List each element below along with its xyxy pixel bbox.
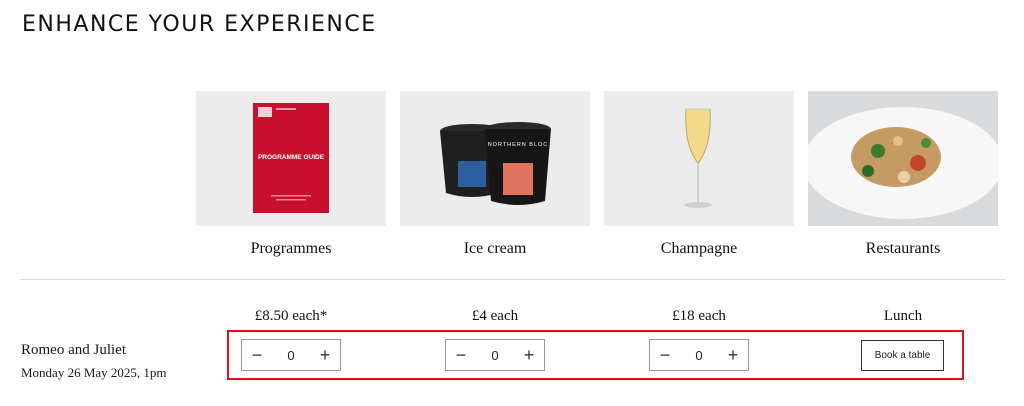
restaurants-label: Restaurants: [865, 240, 941, 257]
champagne-price: £18 each: [672, 308, 726, 324]
champagne-quantity-value[interactable]: 0: [680, 348, 718, 363]
ice-cream-quantity-stepper[interactable]: − 0 +: [445, 339, 545, 371]
ice-cream-price: £4 each: [471, 308, 519, 324]
programme-guide-image: PROGRAMME GUIDE: [253, 103, 329, 213]
ice-cream-card-image: NORTHERN BLOC: [400, 91, 590, 226]
programmes-card-image: PROGRAMME GUIDE: [196, 91, 386, 226]
programmes-label: Programmes: [250, 240, 332, 257]
ice-cream-label: Ice cream: [463, 240, 527, 257]
event-date: Monday 26 May 2025, 1pm: [21, 365, 167, 380]
programmes-decrement-button[interactable]: −: [242, 340, 272, 370]
champagne-decrement-button[interactable]: −: [650, 340, 680, 370]
champagne-card-image: [604, 91, 794, 226]
restaurants-card-image: [808, 91, 998, 226]
ice-cream-tubs-image: NORTHERN BLOC: [440, 122, 551, 205]
ice-cream-quantity-value[interactable]: 0: [476, 348, 514, 363]
ice-cream-increment-button[interactable]: +: [514, 340, 544, 370]
ice-cream-decrement-button[interactable]: −: [446, 340, 476, 370]
restaurants-price: Lunch: [883, 308, 923, 324]
programmes-price: £8.50 each*: [254, 308, 328, 324]
page-title: ENHANCE YOUR EXPERIENCE: [22, 12, 377, 37]
book-a-table-button[interactable]: Book a table: [861, 340, 944, 371]
programmes-quantity-stepper[interactable]: − 0 +: [241, 339, 341, 371]
champagne-flute-image: [684, 108, 712, 208]
section-divider: [20, 279, 1005, 280]
ice-cream-brand-text: NORTHERN BLOC: [488, 142, 549, 148]
champagne-increment-button[interactable]: +: [718, 340, 748, 370]
programmes-increment-button[interactable]: +: [310, 340, 340, 370]
event-name: Romeo and Juliet: [21, 342, 126, 358]
restaurant-dish-image: [808, 91, 998, 226]
programme-cover-text: PROGRAMME GUIDE: [258, 154, 325, 161]
champagne-quantity-stepper[interactable]: − 0 +: [649, 339, 749, 371]
champagne-label: Champagne: [660, 240, 738, 257]
programmes-quantity-value[interactable]: 0: [272, 348, 310, 363]
